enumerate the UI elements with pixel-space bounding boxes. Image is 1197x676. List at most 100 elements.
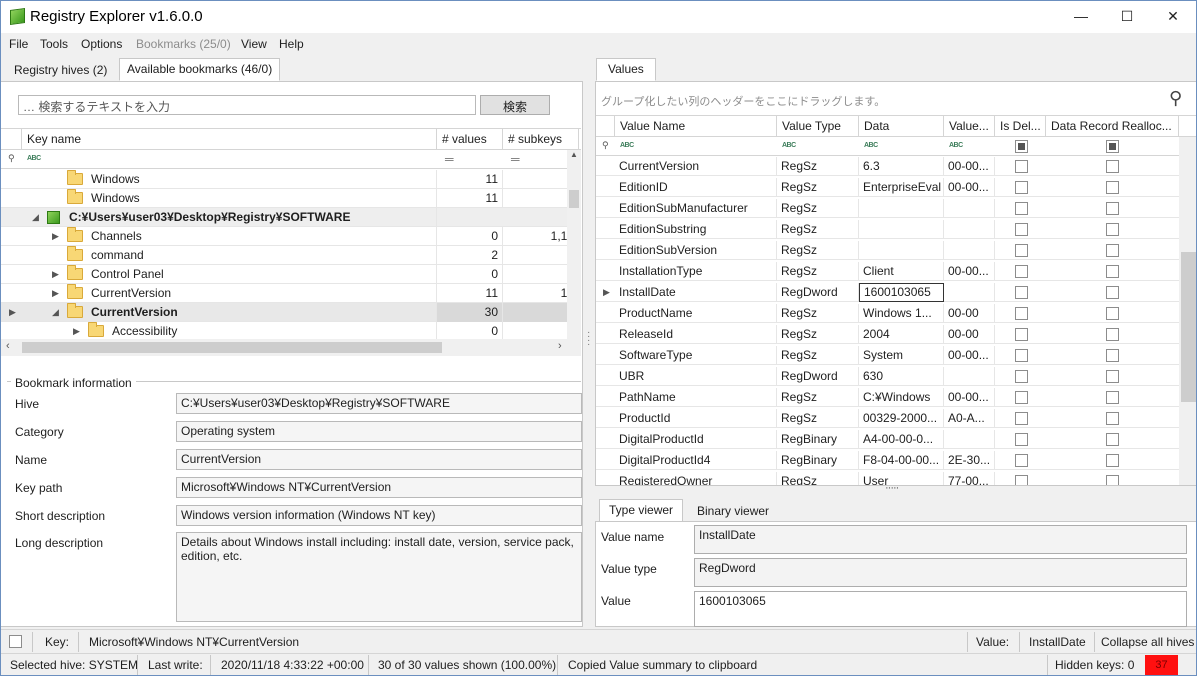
value-row[interactable]: DigitalProductId4 RegBinary F8-04-00-00.… [596, 451, 1179, 470]
is-deleted-checkbox[interactable] [1015, 328, 1028, 341]
abc-filter-icon[interactable]: ABC [782, 142, 796, 149]
tab-values[interactable]: Values [596, 58, 656, 81]
realloc-checkbox[interactable] [1106, 244, 1119, 257]
short-description-field[interactable]: Windows version information (Windows NT … [176, 505, 582, 526]
key-path-field[interactable]: Microsoft¥Windows NT¥CurrentVersion [176, 477, 582, 498]
scroll-thumb[interactable] [569, 190, 579, 208]
is-deleted-checkbox[interactable] [1015, 307, 1028, 320]
realloc-filter-checkbox[interactable] [1106, 140, 1119, 153]
value-row[interactable]: PathName RegSz C:¥Windows 00-00... [596, 388, 1179, 407]
tree-v-scrollbar[interactable]: ▲ [567, 150, 581, 339]
tree-row[interactable]: Windows 11 [1, 189, 581, 208]
is-deleted-checkbox[interactable] [1015, 412, 1028, 425]
is-deleted-checkbox[interactable] [1015, 349, 1028, 362]
value-row-selected[interactable]: ▶ InstallDate RegDword 1600103065 [596, 283, 1179, 302]
header-values[interactable]: # values [437, 129, 503, 150]
value-row[interactable]: EditionSubVersion RegSz [596, 241, 1179, 260]
value-row[interactable]: UBR RegDword 630 [596, 367, 1179, 386]
scroll-left-icon[interactable]: ‹ [6, 340, 10, 352]
realloc-checkbox[interactable] [1106, 286, 1119, 299]
expand-arrow-icon[interactable]: ▶ [52, 284, 59, 302]
realloc-checkbox[interactable] [1106, 475, 1119, 485]
is-deleted-checkbox[interactable] [1015, 454, 1028, 467]
realloc-checkbox[interactable] [1106, 160, 1119, 173]
horizontal-splitter-grip[interactable]: ····· [885, 482, 899, 494]
is-deleted-checkbox[interactable] [1015, 181, 1028, 194]
minimize-button[interactable]: — [1058, 1, 1104, 33]
value-row[interactable]: SoftwareType RegSz System 00-00... [596, 346, 1179, 365]
tree-row[interactable]: Windows 11 [1, 170, 581, 189]
search-input[interactable]: … 検索するテキストを入力 [18, 95, 476, 115]
is-deleted-checkbox[interactable] [1015, 223, 1028, 236]
menu-bookmarks[interactable]: Bookmarks (25/0) [136, 37, 231, 51]
menu-view[interactable]: View [241, 37, 267, 51]
realloc-checkbox[interactable] [1106, 223, 1119, 236]
vertical-splitter-grip[interactable]: · · · · [587, 328, 591, 350]
header-value-name[interactable]: Value Name [615, 116, 777, 137]
menu-options[interactable]: Options [81, 37, 122, 51]
menu-file[interactable]: File [9, 37, 28, 51]
expand-arrow-icon[interactable]: ▶ [52, 227, 59, 245]
realloc-checkbox[interactable] [1106, 328, 1119, 341]
collapse-arrow-icon[interactable]: ◢ [52, 303, 59, 321]
header-data[interactable]: Data [859, 116, 944, 137]
header-is-deleted[interactable]: Is Del... [995, 116, 1046, 137]
value-row[interactable]: ProductId RegSz 00329-2000... A0-A... [596, 409, 1179, 428]
collapse-all-hives-button[interactable]: Collapse all hives [1101, 635, 1194, 649]
tree-row[interactable]: command 2 [1, 246, 581, 265]
search-icon[interactable]: ⚲ [1169, 88, 1182, 109]
header-data-record-realloc[interactable]: Data Record Realloc... [1046, 116, 1179, 137]
category-field[interactable]: Operating system [176, 421, 582, 442]
status-checkbox[interactable] [9, 635, 22, 648]
tree-h-scrollbar[interactable]: ‹ › [1, 339, 581, 356]
header-value-type[interactable]: Value Type [777, 116, 859, 137]
tree-row-hive[interactable]: ◢ C:¥Users¥user03¥Desktop¥Registry¥SOFTW… [1, 208, 581, 227]
is-deleted-checkbox[interactable] [1015, 433, 1028, 446]
maximize-button[interactable]: ☐ [1104, 1, 1150, 33]
realloc-checkbox[interactable] [1106, 265, 1119, 278]
hive-field[interactable]: C:¥Users¥user03¥Desktop¥Registry¥SOFTWAR… [176, 393, 582, 414]
realloc-checkbox[interactable] [1106, 412, 1119, 425]
value-row[interactable]: ProductName RegSz Windows 1... 00-00 [596, 304, 1179, 323]
realloc-checkbox[interactable] [1106, 433, 1119, 446]
scroll-up-icon[interactable]: ▲ [570, 150, 578, 159]
values-v-scrollbar[interactable] [1179, 137, 1196, 485]
is-deleted-checkbox[interactable] [1015, 391, 1028, 404]
tab-available-bookmarks[interactable]: Available bookmarks (46/0) [119, 58, 281, 81]
close-button[interactable]: ✕ [1150, 1, 1196, 33]
value-row[interactable]: CurrentVersion RegSz 6.3 00-00... [596, 157, 1179, 176]
realloc-checkbox[interactable] [1106, 454, 1119, 467]
values-filter-icon[interactable]: ═ [445, 152, 454, 166]
realloc-checkbox[interactable] [1106, 391, 1119, 404]
realloc-checkbox[interactable] [1106, 370, 1119, 383]
realloc-checkbox[interactable] [1106, 349, 1119, 362]
is-deleted-checkbox[interactable] [1015, 370, 1028, 383]
tree-row-selected[interactable]: ▶ ◢ CurrentVersion 30 9 [1, 303, 581, 322]
is-deleted-filter-checkbox[interactable] [1015, 140, 1028, 153]
value-data-focused[interactable]: 1600103065 [859, 283, 944, 302]
tree-row[interactable]: ▶ Control Panel 0 [1, 265, 581, 284]
abc-filter-icon[interactable]: ABC [620, 142, 634, 149]
error-counter-badge[interactable]: 37 [1145, 655, 1178, 675]
realloc-checkbox[interactable] [1106, 181, 1119, 194]
scroll-thumb[interactable] [1181, 252, 1196, 402]
type-viewer-name-field[interactable]: InstallDate [694, 525, 1187, 554]
value-row[interactable]: EditionID RegSz EnterpriseEval 00-00... [596, 178, 1179, 197]
long-description-field[interactable]: Details about Windows install including:… [176, 532, 582, 622]
type-viewer-value-field[interactable]: 1600103065 [694, 591, 1187, 627]
is-deleted-checkbox[interactable] [1015, 244, 1028, 257]
realloc-checkbox[interactable] [1106, 202, 1119, 215]
tree-row[interactable]: ▶ Channels 0 1,15 [1, 227, 581, 246]
scroll-right-icon[interactable]: › [558, 340, 562, 352]
menu-help[interactable]: Help [279, 37, 304, 51]
is-deleted-checkbox[interactable] [1015, 286, 1028, 299]
is-deleted-checkbox[interactable] [1015, 475, 1028, 485]
value-row[interactable]: ReleaseId RegSz 2004 00-00 [596, 325, 1179, 344]
header-value-slack[interactable]: Value... [944, 116, 995, 137]
tab-binary-viewer[interactable]: Binary viewer [689, 500, 777, 522]
menu-tools[interactable]: Tools [40, 37, 68, 51]
type-viewer-type-field[interactable]: RegDword [694, 558, 1187, 587]
realloc-checkbox[interactable] [1106, 307, 1119, 320]
value-row[interactable]: InstallationType RegSz Client 00-00... [596, 262, 1179, 281]
abc-filter-icon[interactable]: ABC [27, 155, 41, 162]
